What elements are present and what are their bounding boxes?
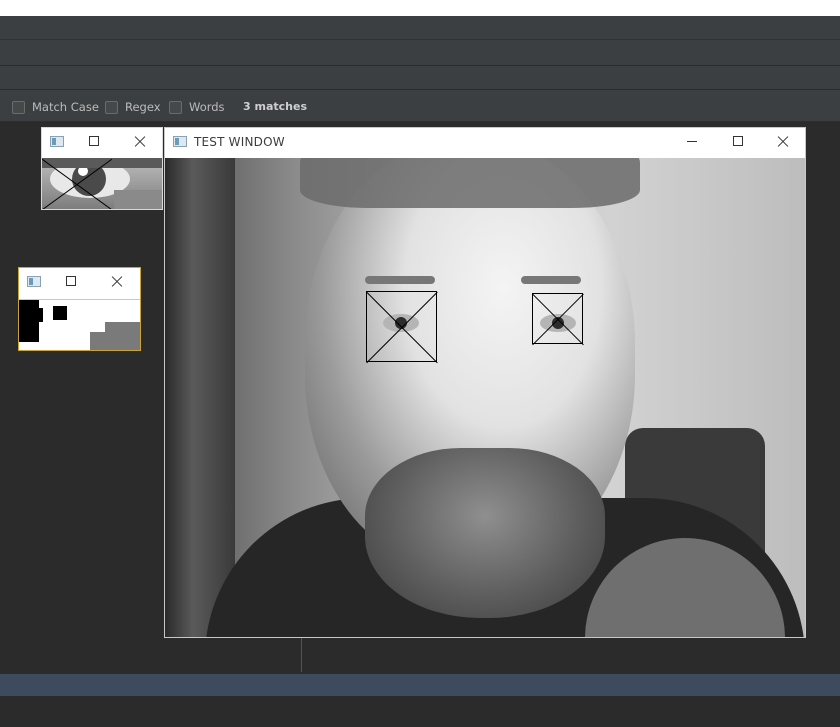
regex-checkbox[interactable] (105, 100, 118, 114)
match-case-option[interactable]: Match Case (12, 100, 99, 114)
match-count: 3 matches (243, 100, 307, 113)
eye-detection-box-right (532, 293, 584, 345)
close-icon[interactable] (126, 128, 154, 156)
window-app-icon (173, 136, 187, 147)
ide-navigation-bar: ma (0, 40, 840, 101)
minimize-icon[interactable] (678, 128, 706, 156)
close-icon[interactable] (103, 268, 131, 296)
threshold-image (19, 299, 140, 350)
test-window-titlebar[interactable]: TEST WINDOW (165, 128, 805, 158)
test-window[interactable]: TEST WINDOW (164, 127, 806, 638)
eye-preview-titlebar[interactable] (42, 128, 162, 158)
maximize-icon[interactable] (724, 128, 752, 156)
regex-label: Regex (125, 100, 161, 114)
editor-gutter-line (301, 632, 302, 672)
eye-detection-box-left (366, 291, 438, 363)
threshold-window[interactable] (18, 267, 141, 351)
find-bar: Match Case Regex Words 3 matches (0, 90, 840, 122)
bottom-panel (0, 696, 840, 727)
eye-preview-image (42, 158, 162, 209)
window-app-icon (50, 136, 64, 147)
top-white-strip (0, 0, 840, 16)
maximize-icon[interactable] (57, 268, 85, 296)
words-label: Words (189, 100, 225, 114)
maximize-icon[interactable] (80, 128, 108, 156)
editor-tabs-bar (0, 66, 840, 90)
regex-option[interactable]: Regex (105, 100, 161, 114)
words-option[interactable]: Words (169, 100, 225, 114)
words-checkbox[interactable] (169, 100, 182, 114)
status-bar (0, 674, 840, 696)
test-window-title: TEST WINDOW (194, 135, 285, 149)
ide-toolbar (0, 16, 840, 40)
window-app-icon (27, 276, 41, 287)
eye-preview-window[interactable] (41, 127, 163, 210)
camera-frame (165, 158, 805, 637)
threshold-titlebar[interactable] (19, 268, 140, 298)
close-icon[interactable] (769, 128, 797, 156)
match-case-checkbox[interactable] (12, 100, 25, 114)
match-case-label: Match Case (32, 100, 99, 114)
